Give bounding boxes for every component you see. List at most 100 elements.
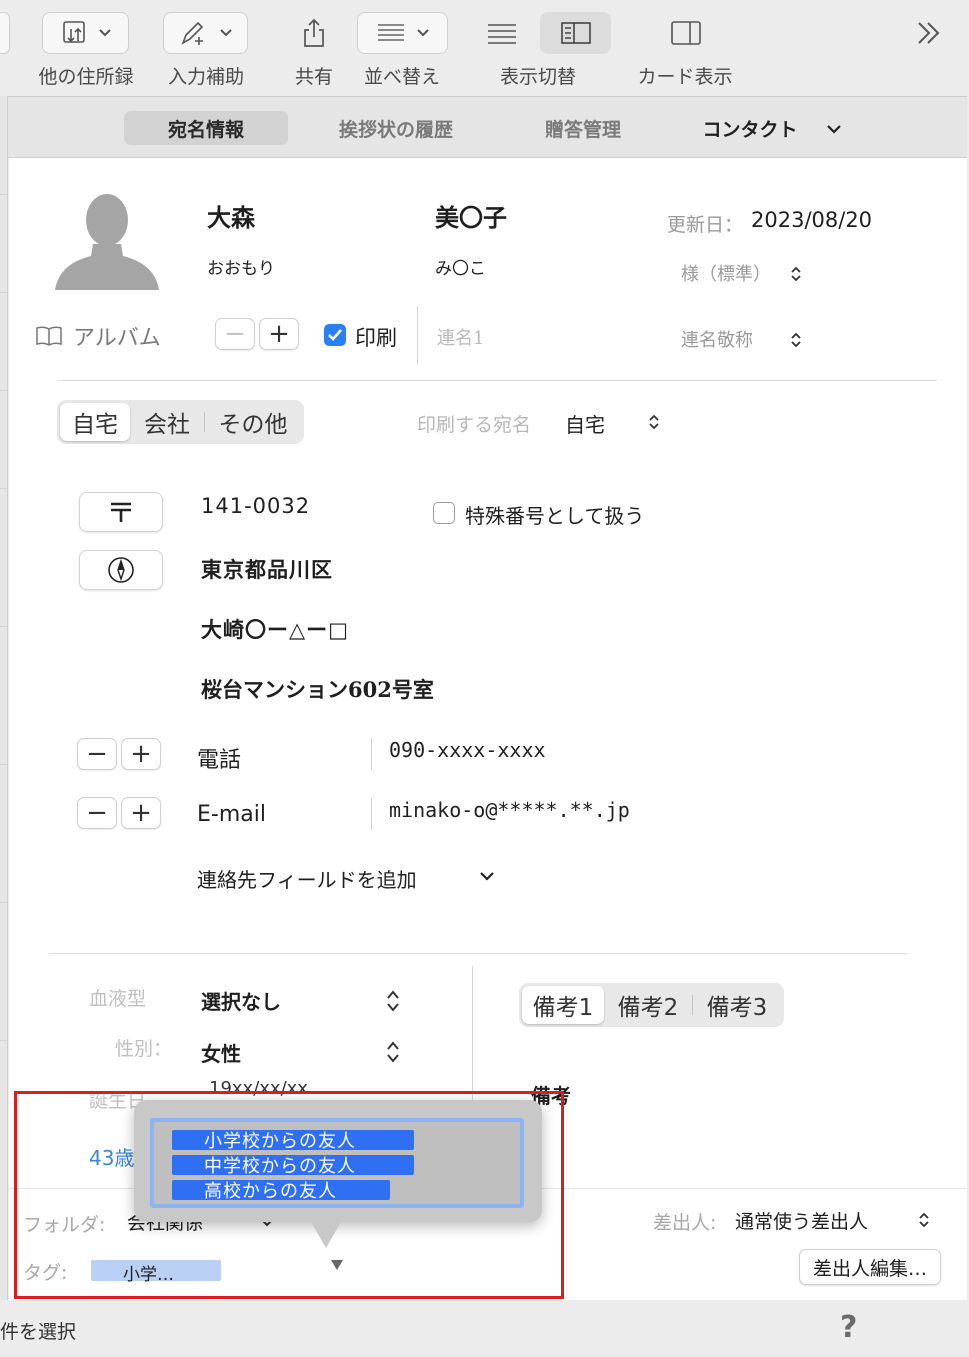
chevron-down-icon	[98, 29, 111, 37]
split-view-icon	[560, 22, 591, 44]
card-view-button[interactable]	[664, 12, 708, 54]
updown-chevron-icon[interactable]	[789, 264, 803, 284]
chevron-down-icon[interactable]	[479, 870, 495, 882]
sort-label: 並べ替え	[363, 66, 440, 88]
address-line-3[interactable]: 桜台マンション602号室	[201, 674, 434, 704]
selection-count-text: 件を選択	[0, 1321, 77, 1343]
updown-chevron-icon[interactable]	[647, 412, 661, 432]
status-bar: 件を選択 ?	[0, 1300, 969, 1357]
card-view-label: カード表示	[637, 66, 733, 88]
list-view-icon	[488, 24, 516, 44]
print-target-label: 印刷する宛名	[417, 414, 532, 436]
other-addressbook-button[interactable]	[42, 12, 129, 54]
email-label: E-mail	[197, 802, 266, 827]
phone-stepper[interactable]: − +	[77, 738, 161, 770]
email-minus-button[interactable]: −	[77, 797, 117, 829]
email-stepper[interactable]: − +	[77, 797, 161, 829]
toolbar: 他の住所録 入力補助 共有 並べ替え 表示切替 カード表示	[0, 0, 969, 96]
share-label: 共有	[294, 66, 333, 88]
postal-mark-icon	[111, 502, 131, 522]
phone-minus-button[interactable]: −	[77, 738, 117, 770]
phone-label: 電話	[197, 748, 242, 773]
notes-tab-3[interactable]: 備考3	[693, 986, 781, 1024]
pen-plus-icon	[180, 21, 203, 45]
chevron-down-icon	[416, 29, 429, 37]
sender-edit-button[interactable]: 差出人編集…	[799, 1249, 941, 1285]
sort-button[interactable]	[357, 12, 448, 54]
album-minus-button[interactable]: −	[215, 318, 255, 350]
notes-tabs-segmented[interactable]: 備考1 備考2 備考3	[519, 983, 784, 1027]
map-button[interactable]	[79, 550, 163, 590]
first-name[interactable]: 美〇子	[435, 198, 507, 233]
postal-lookup-button[interactable]	[79, 492, 163, 532]
sender-label: 差出人:	[653, 1212, 717, 1234]
joint-name-field[interactable]: 連名1	[437, 324, 484, 350]
tab-contact[interactable]: コンタクト	[690, 111, 810, 145]
book-icon	[36, 326, 62, 346]
print-label: 印刷	[355, 326, 397, 350]
blood-type-label: 血液型	[89, 988, 147, 1010]
share-icon	[304, 18, 324, 47]
album-label[interactable]: アルバム	[73, 320, 161, 352]
segment-company[interactable]: 会社	[130, 403, 204, 441]
email-plus-button[interactable]: +	[121, 797, 161, 829]
address-type-segmented[interactable]: 自宅 会社 その他	[57, 400, 304, 444]
tab-gift-management[interactable]: 贈答管理	[528, 111, 638, 145]
postal-code-field[interactable]: 141-0032	[201, 494, 310, 518]
address-line-2[interactable]: 大崎〇ー△ー□	[201, 614, 349, 644]
chevron-down-icon	[219, 29, 232, 37]
sender-value[interactable]: 通常使う差出人	[735, 1207, 868, 1234]
sidebar-gutter	[0, 96, 8, 1300]
phone-plus-button[interactable]: +	[121, 738, 161, 770]
email-value[interactable]: minako-o@*****.**.jp	[389, 798, 630, 822]
special-number-checkbox[interactable]	[433, 502, 455, 524]
share-button[interactable]	[292, 12, 336, 54]
updown-chevron-icon[interactable]	[917, 1210, 931, 1230]
help-button[interactable]: ?	[840, 1310, 857, 1345]
compass-icon	[108, 557, 134, 583]
notes-tab-2[interactable]: 備考2	[604, 986, 692, 1024]
updown-chevron-icon[interactable]	[385, 1039, 401, 1065]
other-addressbook-label: 他の住所録	[38, 66, 134, 88]
card-view-icon	[671, 21, 701, 45]
add-contact-field-button[interactable]: 連絡先フィールドを追加	[197, 864, 417, 893]
updown-chevron-icon[interactable]	[385, 988, 401, 1014]
segment-home[interactable]: 自宅	[60, 403, 130, 441]
highlight-annotation	[14, 1091, 564, 1299]
album-stepper[interactable]: − +	[215, 318, 299, 350]
updated-date-value: 2023/08/20	[751, 208, 873, 232]
toolbar-edge-button[interactable]	[0, 12, 10, 54]
last-name-kana[interactable]: おおもり	[207, 254, 275, 279]
view-toggle-label: 表示切替	[499, 66, 576, 88]
sort-lines-icon	[377, 24, 404, 41]
input-assist-button[interactable]	[163, 12, 248, 54]
tab-greeting-history[interactable]: 挨拶状の履歴	[326, 111, 466, 145]
addressbook-switch-icon	[62, 21, 85, 43]
segment-other[interactable]: その他	[205, 403, 301, 441]
toolbar-overflow-button[interactable]	[908, 12, 948, 54]
contact-chevron-down-icon[interactable]	[826, 123, 842, 135]
print-target-value[interactable]: 自宅	[565, 409, 605, 438]
phone-value[interactable]: 090-xxxx-xxxx	[389, 738, 546, 762]
tab-address-info[interactable]: 宛名情報	[124, 111, 288, 145]
checkmark-icon	[328, 329, 342, 341]
honorific-select[interactable]: 様（標準）	[681, 260, 771, 286]
avatar-icon[interactable]	[53, 192, 161, 292]
blood-type-value[interactable]: 選択なし	[201, 986, 281, 1015]
album-plus-button[interactable]: +	[259, 318, 299, 350]
print-checkbox[interactable]	[324, 324, 346, 346]
first-name-kana[interactable]: み〇こ	[435, 254, 486, 279]
double-chevron-right-icon	[918, 22, 940, 44]
gender-label: 性別：	[115, 1038, 173, 1060]
address-line-1[interactable]: 東京都品川区	[201, 554, 333, 584]
detail-tabbar: 宛名情報 挨拶状の履歴 贈答管理 コンタクト	[8, 96, 967, 158]
input-assist-label: 入力補助	[167, 66, 244, 88]
updown-chevron-icon[interactable]	[789, 330, 803, 350]
list-view-button[interactable]	[478, 12, 526, 54]
split-view-button[interactable]	[540, 12, 611, 54]
gender-value[interactable]: 女性	[201, 1038, 241, 1067]
special-number-label: 特殊番号として扱う	[465, 504, 645, 528]
last-name[interactable]: 大森	[207, 198, 255, 233]
joint-honorific-select[interactable]: 連名敬称	[681, 326, 753, 352]
notes-tab-1[interactable]: 備考1	[522, 986, 604, 1024]
